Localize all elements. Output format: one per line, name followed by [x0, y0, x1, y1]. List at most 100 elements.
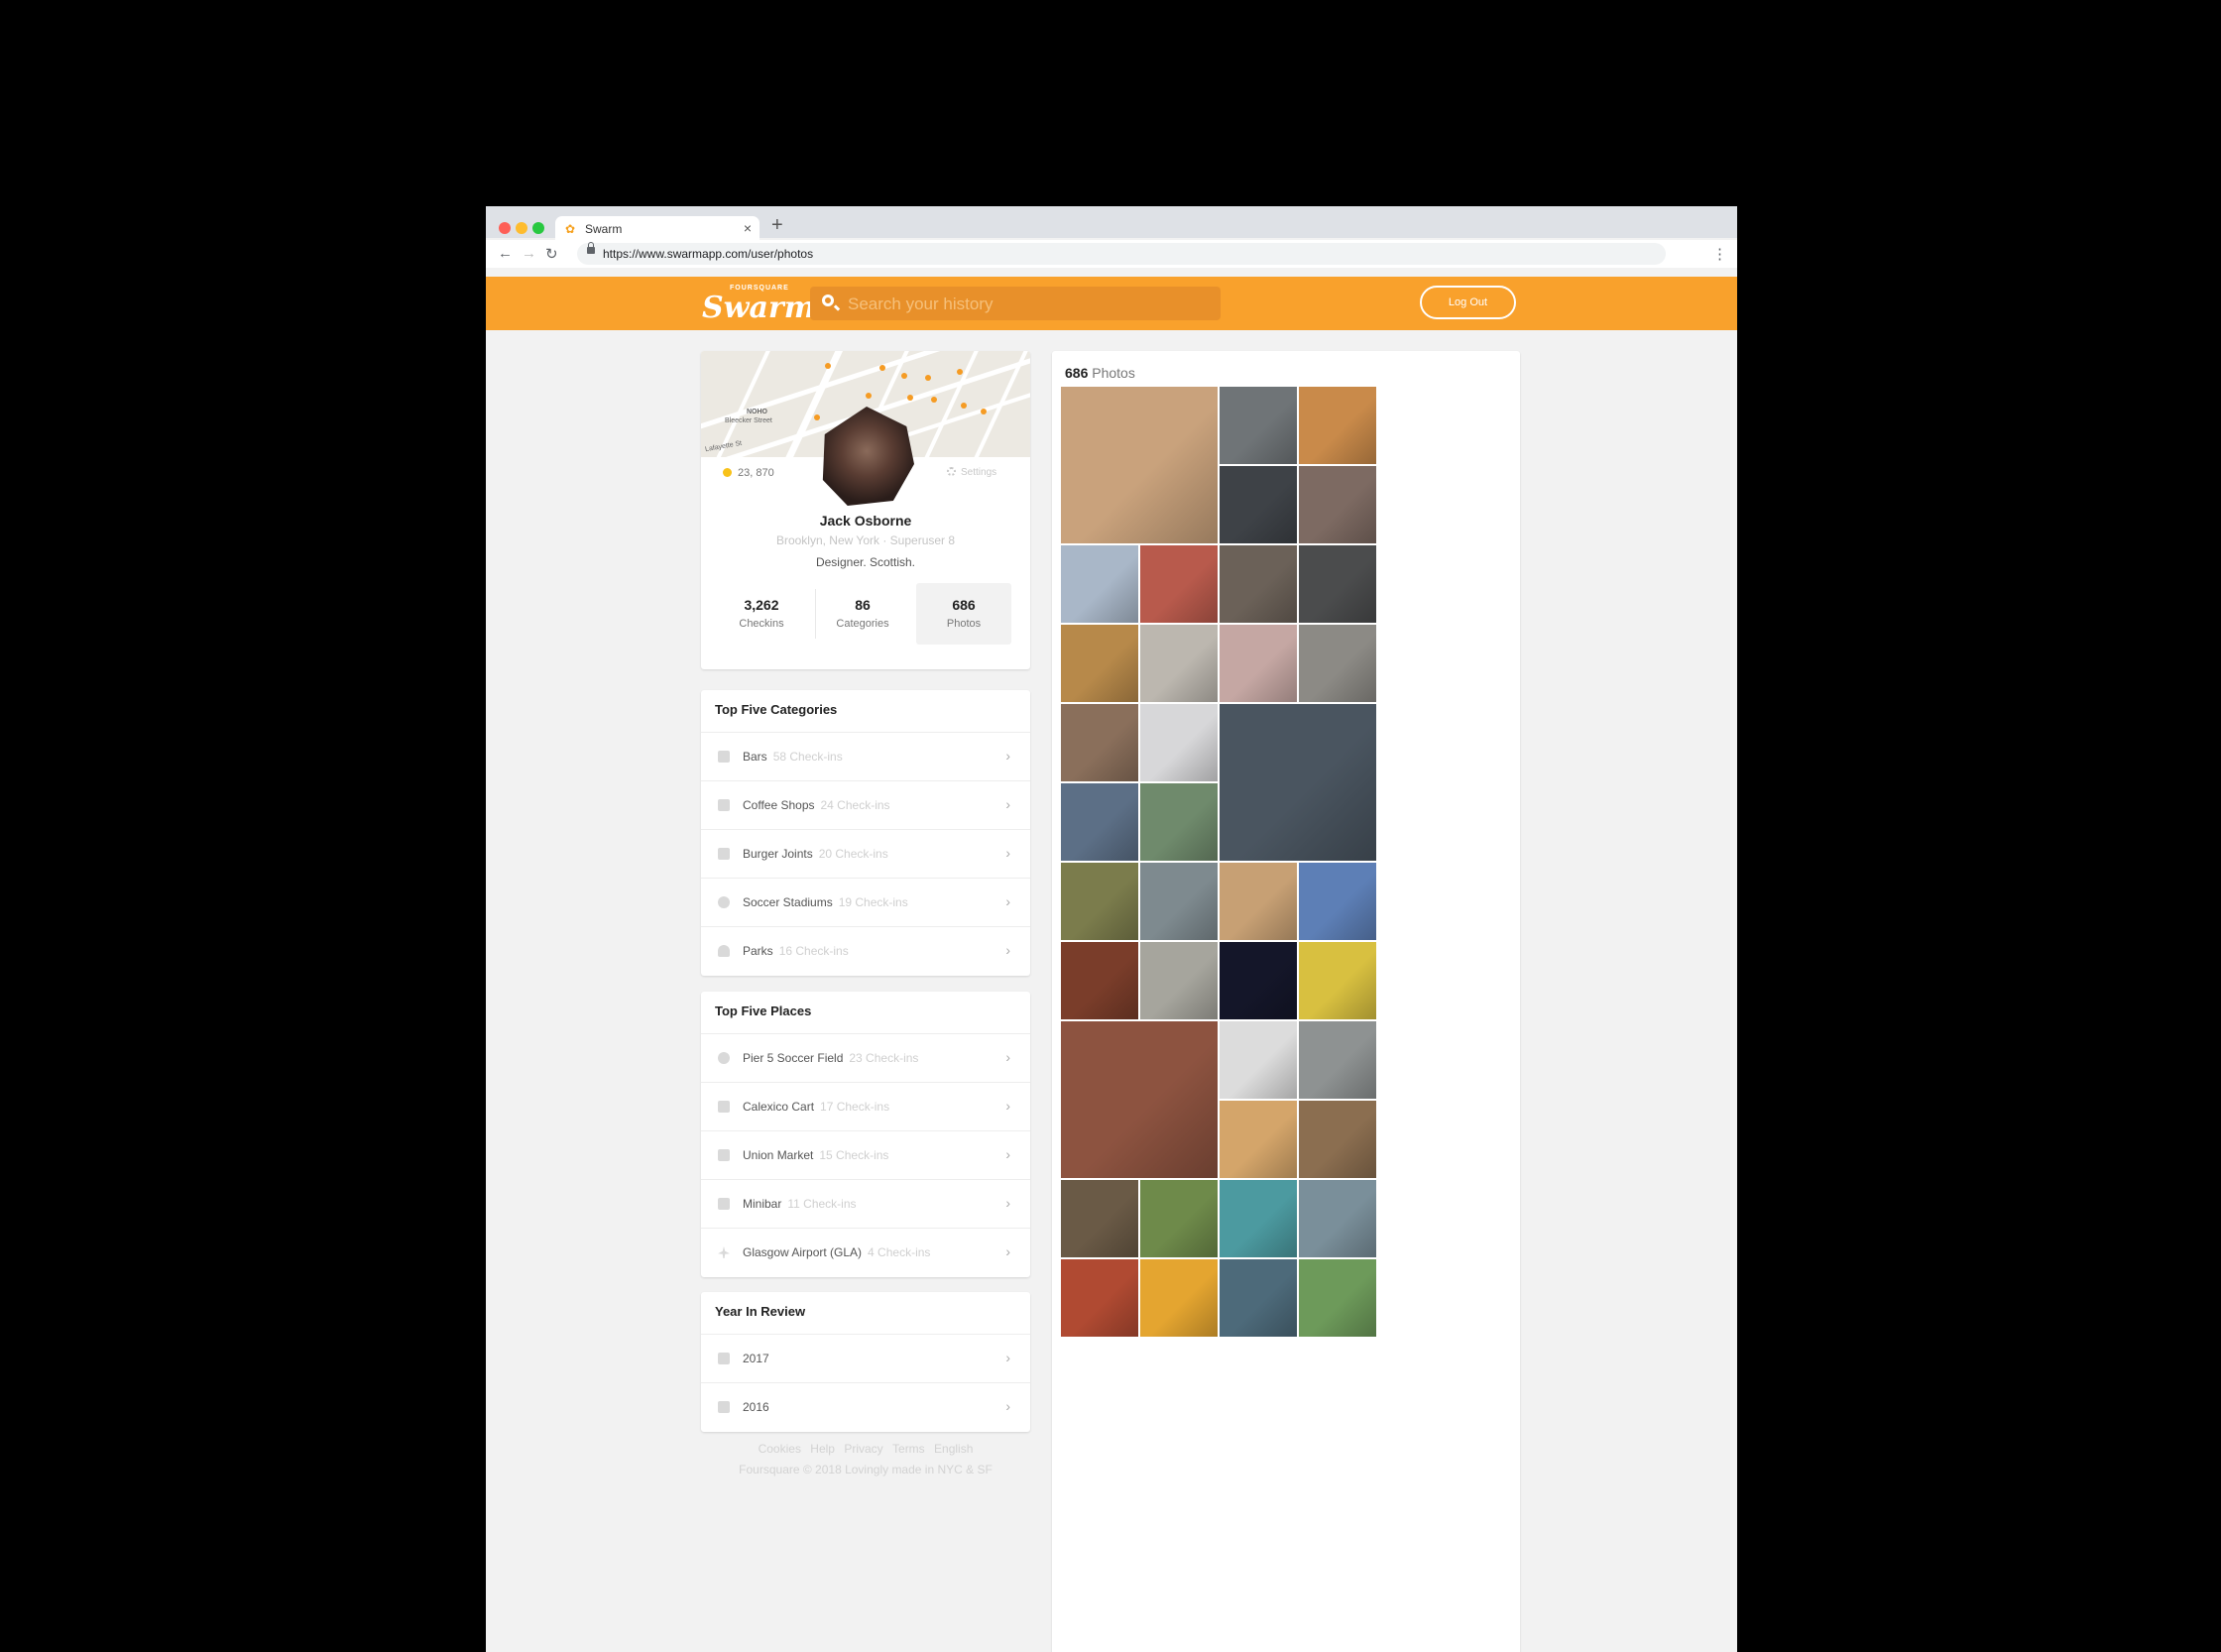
settings-link[interactable]: Settings — [947, 467, 996, 478]
category-row[interactable]: Parks 16 Check-ins › — [701, 926, 1030, 976]
search-input[interactable] — [846, 287, 1217, 322]
photos-title: 686 Photos — [1065, 365, 1135, 381]
category-row[interactable]: Burger Joints 20 Check-ins › — [701, 829, 1030, 879]
browser-menu-icon[interactable]: ⋮ — [1712, 245, 1727, 263]
photo-thumbnail[interactable] — [1140, 1259, 1218, 1337]
site-header: FOURSQUARE Swarm Log Out — [486, 277, 1737, 330]
photo-thumbnail[interactable] — [1299, 625, 1376, 702]
place-row[interactable]: Calexico Cart 17 Check-ins › — [701, 1082, 1030, 1131]
search-box — [810, 287, 1221, 322]
photo-thumbnail[interactable] — [1220, 1101, 1297, 1178]
settings-label: Settings — [961, 467, 997, 478]
photo-thumbnail[interactable] — [1299, 387, 1376, 464]
stat-categories[interactable]: 86 Categories — [815, 583, 910, 645]
address-bar[interactable]: https://www.swarmapp.com/user/photos — [577, 242, 1666, 265]
photo-thumbnail[interactable] — [1220, 466, 1297, 543]
category-row[interactable]: Coffee Shops 24 Check-ins › — [701, 780, 1030, 830]
photo-thumbnail[interactable] — [1220, 1180, 1297, 1257]
photo-thumbnail[interactable] — [1220, 545, 1297, 623]
category-row[interactable]: Bars 58 Check-ins › — [701, 732, 1030, 781]
minimize-window-button[interactable] — [516, 222, 527, 234]
place-row[interactable]: Minibar 11 Check-ins › — [701, 1179, 1030, 1229]
photo-thumbnail[interactable] — [1061, 704, 1138, 781]
footer-link-language[interactable]: English — [934, 1442, 973, 1456]
photo-thumbnail[interactable] — [1220, 1259, 1297, 1337]
photo-thumbnail[interactable] — [1299, 863, 1376, 940]
photo-thumbnail[interactable] — [1220, 387, 1297, 464]
browser-toolbar: ← → ↻ https://www.swarmapp.com/user/phot… — [486, 240, 1737, 268]
profile-stats: 3,262 Checkins 86 Categories 686 Photos — [714, 583, 1011, 645]
photo-thumbnail[interactable] — [1140, 545, 1218, 623]
swarm-favicon-icon: ✿ — [565, 222, 576, 236]
photo-thumbnail[interactable] — [1061, 1259, 1138, 1337]
photos-count: 686 — [1065, 365, 1089, 381]
place-row[interactable]: Union Market 15 Check-ins › — [701, 1130, 1030, 1180]
stat-checkins[interactable]: 3,262 Checkins — [714, 583, 809, 645]
place-row[interactable]: Glasgow Airport (GLA) 4 Check-ins › — [701, 1228, 1030, 1277]
bar-icon — [718, 751, 730, 763]
profile-location: Brooklyn, New York · Superuser 8 — [775, 533, 956, 547]
photo-thumbnail[interactable] — [1299, 545, 1376, 623]
photo-thumbnail[interactable] — [1061, 1180, 1138, 1257]
food-truck-icon — [718, 1101, 730, 1113]
maximize-window-button[interactable] — [532, 222, 544, 234]
map-pin-icon — [931, 397, 937, 403]
chevron-right-icon: › — [1005, 893, 1010, 909]
swarm-logo[interactable]: FOURSQUARE Swarm — [702, 283, 815, 325]
category-row[interactable]: Soccer Stadiums 19 Check-ins › — [701, 878, 1030, 927]
photo-thumbnail[interactable] — [1061, 783, 1138, 861]
photo-thumbnail[interactable] — [1061, 545, 1138, 623]
coin-count: 23, 870 — [738, 467, 774, 479]
photo-thumbnail[interactable] — [1299, 1259, 1376, 1337]
logout-button[interactable]: Log Out — [1420, 286, 1516, 319]
footer-link-help[interactable]: Help — [810, 1442, 835, 1456]
forward-arrow-icon[interactable]: → — [522, 245, 536, 262]
footer-copyright: Foursquare © 2018 Lovingly made in NYC &… — [739, 1463, 993, 1476]
row-name: Pier 5 Soccer Field — [743, 1051, 844, 1065]
photo-thumbnail[interactable] — [1140, 704, 1218, 781]
photo-thumbnail[interactable] — [1140, 625, 1218, 702]
back-arrow-icon[interactable]: ← — [498, 245, 513, 262]
photo-thumbnail[interactable] — [1061, 387, 1218, 543]
photo-thumbnail[interactable] — [1299, 1101, 1376, 1178]
photo-thumbnail[interactable] — [1140, 942, 1218, 1019]
row-count: 17 Check-ins — [820, 1100, 890, 1114]
photo-thumbnail[interactable] — [1299, 1021, 1376, 1099]
reload-icon[interactable]: ↻ — [545, 245, 558, 263]
row-count: 16 Check-ins — [778, 944, 849, 958]
close-window-button[interactable] — [499, 222, 511, 234]
footer-link-terms[interactable]: Terms — [892, 1442, 925, 1456]
stat-photos[interactable]: 686 Photos — [916, 583, 1011, 645]
map-pin-icon — [814, 414, 820, 420]
photo-thumbnail[interactable] — [1061, 863, 1138, 940]
photo-thumbnail[interactable] — [1061, 942, 1138, 1019]
browser-window: ✿ Swarm × + ← → ↻ https://www.swarmapp.c… — [486, 206, 1737, 1652]
photo-thumbnail[interactable] — [1299, 466, 1376, 543]
photo-thumbnail[interactable] — [1220, 863, 1297, 940]
footer-link-cookies[interactable]: Cookies — [759, 1442, 801, 1456]
photo-thumbnail[interactable] — [1140, 1180, 1218, 1257]
photo-thumbnail[interactable] — [1220, 625, 1297, 702]
photo-thumbnail[interactable] — [1220, 942, 1297, 1019]
row-name: Coffee Shops — [743, 798, 815, 812]
row-count: 15 Check-ins — [819, 1148, 889, 1162]
tab-close-icon[interactable]: × — [744, 220, 752, 236]
photo-thumbnail[interactable] — [1220, 704, 1376, 861]
place-row[interactable]: Pier 5 Soccer Field 23 Check-ins › — [701, 1033, 1030, 1083]
row-name: Minibar — [743, 1197, 782, 1211]
photo-thumbnail[interactable] — [1140, 863, 1218, 940]
photo-thumbnail[interactable] — [1299, 1180, 1376, 1257]
photo-thumbnail[interactable] — [1220, 1021, 1297, 1099]
photo-thumbnail[interactable] — [1061, 1021, 1218, 1178]
photo-thumbnail[interactable] — [1140, 783, 1218, 861]
photo-thumbnail[interactable] — [1299, 942, 1376, 1019]
browser-tab[interactable]: ✿ Swarm × — [555, 216, 760, 242]
tab-strip: ✿ Swarm × + — [486, 206, 1737, 242]
year-row[interactable]: 2017 › — [701, 1334, 1030, 1383]
cart-icon — [718, 1149, 730, 1161]
footer-link-privacy[interactable]: Privacy — [844, 1442, 882, 1456]
photo-thumbnail[interactable] — [1061, 625, 1138, 702]
year-row[interactable]: 2016 › — [701, 1382, 1030, 1432]
new-tab-button[interactable]: + — [771, 214, 783, 237]
row-name: 2016 — [743, 1400, 769, 1414]
